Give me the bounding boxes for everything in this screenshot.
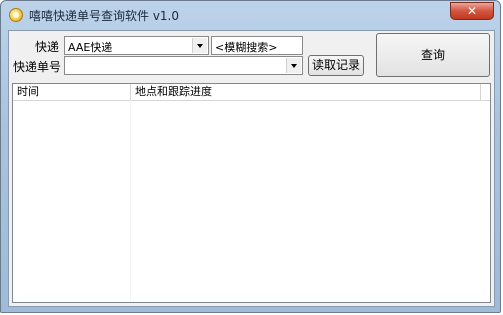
app-logo-icon <box>9 8 23 22</box>
tracking-results-list[interactable]: 时间 地点和跟踪进度 <box>12 83 491 303</box>
column-header-time[interactable]: 时间 <box>13 84 130 100</box>
fuzzy-search-text: <模糊搜索> <box>215 41 278 54</box>
column-header-location-progress[interactable]: 地点和跟踪进度 <box>131 84 481 100</box>
list-header: 时间 地点和跟踪进度 <box>13 84 490 101</box>
fuzzy-search-box[interactable]: <模糊搜索> <box>211 36 303 55</box>
title-bar: 嘻嘻快递单号查询软件 v1.0 ✕ <box>1 1 500 29</box>
courier-label: 快递 <box>35 40 60 54</box>
app-window: 嘻嘻快递单号查询软件 v1.0 ✕ 快递 AAE快递 <模糊搜索> 查询 快递单… <box>0 0 501 313</box>
close-icon: ✕ <box>466 4 478 18</box>
chevron-down-icon[interactable] <box>192 38 207 53</box>
window-title: 嘻嘻快递单号查询软件 v1.0 <box>29 9 180 23</box>
query-button[interactable]: 查询 <box>376 33 490 77</box>
grid-line <box>130 100 131 302</box>
chevron-down-icon[interactable] <box>286 58 301 73</box>
main-panel: 快递 AAE快递 <模糊搜索> 查询 快递单号 读取记录 时间 地点和跟踪进度 <box>8 30 495 307</box>
tracking-number-label: 快递单号 <box>13 60 62 74</box>
tracking-number-input[interactable] <box>64 56 303 75</box>
courier-select-value: AAE快递 <box>68 41 113 54</box>
column-divider[interactable] <box>480 84 481 100</box>
read-record-button[interactable]: 读取记录 <box>308 55 364 76</box>
close-button[interactable]: ✕ <box>450 2 494 20</box>
courier-select[interactable]: AAE快递 <box>64 36 209 55</box>
